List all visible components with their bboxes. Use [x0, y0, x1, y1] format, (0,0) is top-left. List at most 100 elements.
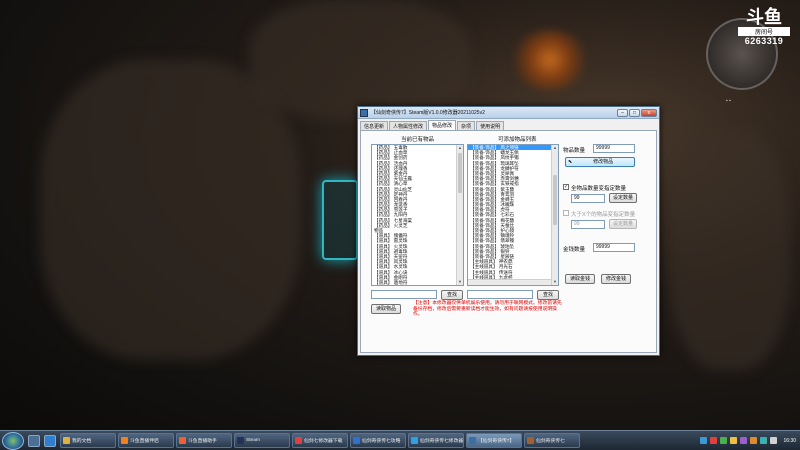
- taskbar-button[interactable]: 我的文档: [60, 433, 116, 448]
- cave-rock: [670, 130, 790, 370]
- tray-app-icon[interactable]: [730, 437, 738, 444]
- scroll-down-icon[interactable]: ▼: [457, 279, 463, 285]
- tab-character-stats[interactable]: 人物属性修改: [389, 121, 428, 130]
- set-greater-quantity-button[interactable]: 设定数量: [609, 219, 637, 229]
- tray-icons: [697, 437, 778, 444]
- trainer-window: 【仙剑奇侠传7】Steam版V1.0.0修改器20211025v2 – □ x …: [357, 106, 660, 356]
- clock[interactable]: 16:30: [783, 438, 796, 444]
- search-available-button[interactable]: 查找: [537, 290, 559, 300]
- task-buttons: 我的文档 斗鱼直播伴侣 斗鱼直播助手 Steam 仙剑七修改器下载 仙剑奇侠传七攻略 仙剑奇…: [60, 433, 582, 448]
- window-title: 【仙剑奇侠传7】Steam版V1.0.0修改器20211025v2: [371, 110, 485, 116]
- taskbar-button-label: Steam: [246, 438, 260, 443]
- taskbar-button[interactable]: Steam: [234, 433, 290, 448]
- tab-instructions[interactable]: 使用说明: [476, 121, 505, 130]
- app-icon: [469, 437, 476, 444]
- taskbar-button-label: 斗鱼直播伴侣: [130, 439, 159, 444]
- tray-app-icon[interactable]: [710, 437, 718, 444]
- taskbar-button-label: 仙剑七修改器下载: [304, 439, 343, 444]
- app-icon: [121, 437, 128, 444]
- list-item[interactable]: 【道具】 遁地符: [372, 280, 463, 285]
- taskbar-button-label: 仙剑奇侠传七修改器: [420, 439, 464, 444]
- taskbar-button[interactable]: 斗鱼直播助手: [176, 433, 232, 448]
- greater-quantity-checkbox[interactable]: [563, 210, 569, 216]
- scroll-up-icon[interactable]: ▲: [552, 145, 558, 151]
- gold-input[interactable]: 99999: [593, 243, 635, 252]
- tray-app-icon[interactable]: [770, 437, 778, 444]
- close-button[interactable]: x: [641, 108, 657, 117]
- minimize-button[interactable]: –: [617, 108, 628, 117]
- greater-quantity-label: 大于X个的物品变指定数量: [571, 212, 636, 218]
- taskbar-button[interactable]: 斗鱼直播伴侣: [118, 433, 174, 448]
- scroll-thumb[interactable]: [458, 153, 462, 193]
- taskbar-button-label: 斗鱼直播助手: [188, 439, 217, 444]
- app-icon: [527, 437, 534, 444]
- scroll-thumb[interactable]: [553, 175, 557, 225]
- taskbar-button-label: 我的文档: [72, 439, 92, 444]
- search-current-button[interactable]: 查找: [441, 290, 463, 300]
- all-quantity-checkbox[interactable]: ✓: [563, 184, 569, 190]
- streamer-watermark: 斗鱼 房间号 6263319: [738, 8, 790, 46]
- browser-quicklaunch-icon[interactable]: [44, 434, 56, 447]
- tab-item-edit[interactable]: 物品修改: [428, 120, 457, 130]
- app-icon: [411, 437, 418, 444]
- search-current-input[interactable]: [371, 290, 437, 299]
- item-quantity-label: 物品数量: [563, 148, 586, 154]
- taskbar-button[interactable]: 仙剑奇侠传七修改器: [408, 433, 464, 448]
- taskbar-button[interactable]: 仙剑奇侠传七攻略: [350, 433, 406, 448]
- modify-items-button[interactable]: ⬉ 修改物品: [565, 157, 635, 167]
- gold-label: 金钱数量: [563, 247, 586, 253]
- read-items-button[interactable]: 读取物品: [371, 304, 401, 314]
- cursor-icon: ⬉: [568, 159, 573, 165]
- room-label: 房间号: [738, 27, 790, 36]
- cave-rock: [250, 0, 470, 120]
- tab-strip: 信息更新 人物属性修改 物品修改 杂项 使用说明: [360, 120, 505, 130]
- tray-app-icon[interactable]: [720, 437, 728, 444]
- warning-notice: 【注意】本修改器仅供单机娱乐使用，请勿用于联网模式。修改前请先备份存档，修改后需…: [413, 301, 562, 317]
- app-icon: [237, 437, 244, 444]
- taskbar-button-label: 仙剑奇侠传七: [536, 439, 565, 444]
- all-quantity-input[interactable]: 99: [571, 194, 605, 203]
- tray-app-icon[interactable]: [750, 437, 758, 444]
- scroll-down-icon[interactable]: ▼: [552, 279, 558, 285]
- all-quantity-label: 全物品数量变指定数量: [571, 186, 627, 192]
- torch-glow: [510, 30, 590, 90]
- taskbar: 我的文档 斗鱼直播伴侣 斗鱼直播助手 Steam 仙剑七修改器下载 仙剑奇侠传七攻略 仙剑奇…: [0, 430, 800, 450]
- tray-app-icon[interactable]: [760, 437, 768, 444]
- set-all-quantity-button[interactable]: 设定数量: [609, 193, 637, 203]
- available-items-list[interactable]: 【装备·饰品】 风之项链 【装备·饰品】 蟠龙玉佩 【装备·饰品】 凤纹手镯 【装备·…: [467, 144, 559, 286]
- available-items-hscrollbar[interactable]: [468, 279, 551, 285]
- maximize-button[interactable]: □: [629, 108, 640, 117]
- cave-rock: [40, 60, 300, 360]
- item-quantity-input[interactable]: 99999: [593, 144, 635, 153]
- hud-location-text: ▪ ▪: [726, 98, 731, 104]
- read-gold-button[interactable]: 读取金钱: [565, 274, 595, 284]
- current-items-list[interactable]: 【药品】 五毒散 【药品】 止血草 【药品】 金创药 【药品】 活血丹 【药品】 还魂香…: [371, 144, 464, 286]
- app-icon: [295, 437, 302, 444]
- app-icon: [63, 437, 70, 444]
- greater-quantity-input[interactable]: 99: [571, 220, 605, 229]
- scroll-up-icon[interactable]: ▲: [457, 145, 463, 151]
- system-tray: 16:30: [697, 431, 800, 450]
- tray-app-icon[interactable]: [740, 437, 748, 444]
- taskbar-button[interactable]: 仙剑奇侠传七: [524, 433, 580, 448]
- taskbar-button[interactable]: 【仙剑奇侠传7】: [466, 433, 522, 448]
- tray-app-icon[interactable]: [700, 437, 708, 444]
- show-desktop-icon[interactable]: [28, 434, 40, 447]
- available-items-title: 可添加物品列表: [498, 137, 537, 143]
- start-button[interactable]: [2, 431, 24, 450]
- search-available-input[interactable]: [467, 290, 533, 299]
- room-number: 6263319: [744, 36, 784, 46]
- taskbar-button[interactable]: 仙剑七修改器下载: [292, 433, 348, 448]
- tab-misc[interactable]: 杂项: [457, 121, 476, 130]
- glowing-portal: [322, 180, 358, 260]
- modify-gold-button[interactable]: 修改金钱: [601, 274, 631, 284]
- tab-info-update[interactable]: 信息更新: [360, 121, 389, 130]
- available-items-scrollbar[interactable]: ▲ ▼: [551, 145, 558, 285]
- app-icon: [179, 437, 186, 444]
- current-items-scrollbar[interactable]: ▲ ▼: [456, 145, 463, 285]
- taskbar-button-label: 仙剑奇侠传七攻略: [362, 439, 401, 444]
- app-icon: [353, 437, 360, 444]
- window-titlebar[interactable]: 【仙剑奇侠传7】Steam版V1.0.0修改器20211025v2 – □ x: [358, 107, 659, 119]
- douyu-logo: 斗鱼: [746, 7, 782, 27]
- app-icon: [360, 108, 368, 117]
